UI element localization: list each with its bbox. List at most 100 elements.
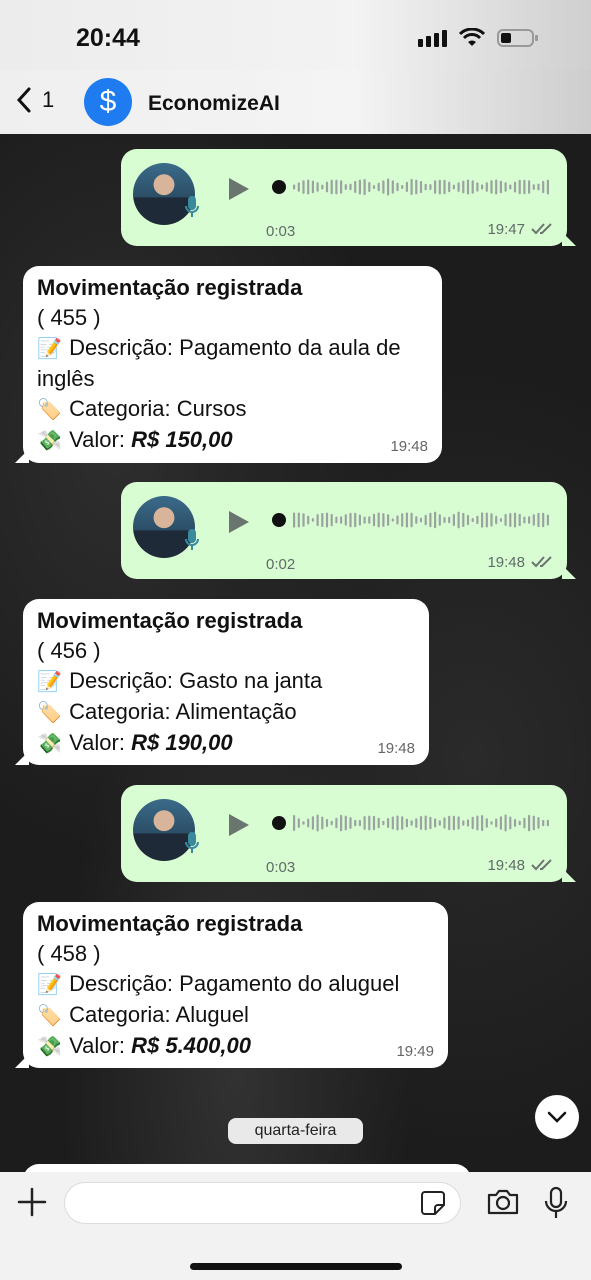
money-wings-icon: 💸	[37, 733, 62, 755]
waveform-bar	[387, 178, 390, 196]
double-check-icon	[531, 223, 552, 235]
waveform[interactable]	[271, 176, 551, 198]
waveform-bar	[452, 514, 455, 526]
waveform-bar	[321, 816, 324, 830]
waveform-bar	[476, 515, 479, 525]
contact-name[interactable]: EconomizeAI	[148, 92, 280, 116]
waveform-bar	[485, 512, 488, 528]
waveform-bar	[325, 181, 329, 193]
play-icon[interactable]	[227, 509, 251, 535]
description-row: 📝 Descrição: Pagamento da aula de inglês	[37, 335, 401, 391]
transaction-message[interactable]: Movimentação registrada ( 456 ) 📝 Descri…	[15, 599, 429, 765]
waveform-bar	[377, 817, 380, 829]
waveform-bar	[509, 184, 512, 190]
waveform-bar	[443, 179, 446, 195]
waveform-bar	[495, 179, 498, 195]
waveform-bar	[466, 819, 470, 827]
category-text: Aluguel	[175, 1002, 249, 1027]
label-tag-icon: 🏷️	[37, 399, 62, 421]
waveform-bar	[518, 513, 521, 527]
waveform-bar	[419, 816, 423, 830]
memo-icon: 📝	[37, 671, 62, 693]
waveform-bar	[495, 515, 498, 525]
waveform-bar	[481, 815, 484, 831]
composer-bar	[0, 1172, 591, 1280]
double-check-icon	[531, 556, 552, 568]
waveform-bar	[410, 820, 413, 826]
transaction-message[interactable]: Movimentação registrada ( 455 ) 📝 Descri…	[15, 266, 442, 463]
waveform-bar	[307, 818, 310, 828]
waveform-bar	[448, 181, 451, 193]
waveform-bar	[537, 183, 540, 191]
chevron-down-icon	[547, 1111, 567, 1123]
waveform-bar	[321, 184, 324, 190]
waveform-bar	[349, 512, 352, 528]
sticker-icon[interactable]	[420, 1190, 446, 1216]
voice-duration: 0:03	[266, 223, 296, 240]
chat-area[interactable]: 0:03 19:47 Movimentação registrada ( 455…	[0, 134, 591, 1172]
waveform-bar	[396, 815, 399, 831]
waveform-bar	[307, 179, 310, 195]
waveform-bar	[509, 816, 512, 830]
message-time: 19:48	[487, 857, 525, 874]
play-icon[interactable]	[227, 812, 251, 838]
message-title: Movimentação registrada	[37, 608, 303, 633]
waveform-bar	[325, 512, 329, 528]
transaction-message[interactable]: Movimentação registrada ( 458 ) 📝 Descri…	[15, 902, 448, 1068]
voice-message[interactable]: 0:03 19:48	[121, 785, 576, 882]
scroll-to-bottom-button[interactable]	[535, 1095, 579, 1139]
waveform-bar	[316, 182, 319, 192]
contact-avatar[interactable]: $	[84, 78, 132, 126]
voice-message[interactable]: 0:03 19:47	[121, 149, 576, 246]
waveform-bar	[513, 819, 517, 827]
waveform-bar	[485, 818, 488, 828]
message-title: Movimentação registrada	[37, 911, 303, 936]
waveform-bar	[297, 512, 300, 528]
waveform-bar	[504, 814, 507, 832]
waveform-bar	[415, 179, 418, 195]
camera-icon[interactable]	[486, 1188, 520, 1216]
signal-icon	[418, 29, 447, 47]
waveform-bar	[471, 180, 474, 194]
waveform-bar	[363, 816, 366, 830]
waveform-bar	[481, 184, 484, 190]
waveform-bar	[401, 513, 404, 527]
status-bar: 20:44	[0, 0, 591, 70]
waveform-bar	[405, 181, 408, 192]
plus-icon[interactable]	[16, 1186, 48, 1218]
category-text: Cursos	[176, 396, 247, 421]
waveform-bar	[358, 819, 361, 827]
waveform-bar	[325, 819, 329, 827]
waveform-bar	[354, 512, 357, 528]
waveform-bar	[368, 516, 371, 524]
waveform[interactable]	[271, 509, 551, 531]
waveform-bar	[372, 185, 376, 189]
waveform-bar	[344, 514, 347, 526]
waveform[interactable]	[271, 812, 551, 834]
play-icon[interactable]	[227, 176, 251, 202]
value-amount: R$ 5.400,00	[131, 1033, 251, 1058]
voice-message[interactable]: 0:02 19:48	[121, 482, 576, 579]
microphone-icon[interactable]	[544, 1186, 568, 1220]
waveform-bar	[340, 516, 343, 524]
waveform-bar	[363, 516, 366, 524]
back-button[interactable]: 1	[16, 86, 54, 114]
waveform-bar	[490, 821, 493, 825]
waveform-bar	[293, 512, 296, 528]
waveform-bar	[302, 180, 305, 194]
waveform-bar	[344, 184, 347, 190]
waveform-bar	[382, 820, 385, 826]
waveform-bar	[377, 512, 380, 528]
waveform-bar	[396, 515, 399, 525]
label-tag-icon: 🏷️	[37, 1005, 62, 1027]
waveform-bar	[546, 179, 549, 195]
message-input[interactable]	[64, 1182, 461, 1224]
waveform-bar	[546, 514, 549, 526]
waveform-bar	[434, 511, 437, 529]
waveform-bar	[391, 180, 394, 194]
waveform-bar	[349, 817, 352, 829]
description-row: 📝 Descrição: Pagamento do aluguel	[37, 969, 434, 1000]
waveform-bar	[415, 818, 418, 828]
waveform-bar	[499, 518, 502, 522]
waveform-bar	[302, 513, 305, 527]
